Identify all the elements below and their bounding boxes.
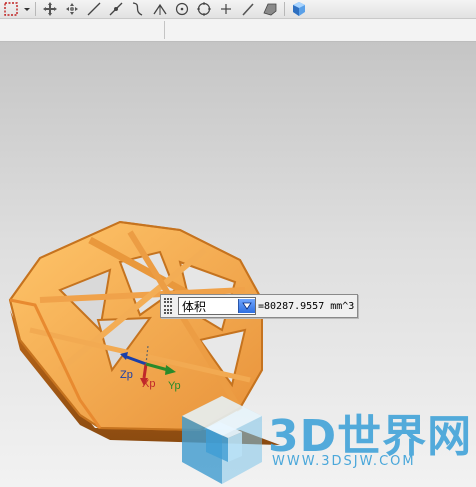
measure-result-panel[interactable]: 体积 =80287.9557 mm^3 — [160, 294, 358, 318]
toolbar-separator — [35, 2, 36, 16]
watermark-url: WWW.3DSJW.COM — [272, 454, 416, 469]
graphics-viewport[interactable]: Zp Xp Yp 体积 =80287.9557 mm^3 3D世界网 WWW.3… — [0, 42, 476, 487]
angle-icon[interactable] — [149, 0, 171, 18]
measure-type-dropdown[interactable]: 体积 — [178, 297, 256, 315]
triad-z-label: Zp — [120, 369, 133, 381]
curve-icon[interactable] — [127, 0, 149, 18]
triad-x-label: Xp — [142, 378, 156, 390]
cube-logo-icon — [182, 396, 262, 484]
cube-icon[interactable] — [288, 0, 310, 18]
point-icon[interactable] — [215, 0, 237, 18]
toolbar — [0, 0, 476, 19]
triad-y-label: Yp — [168, 380, 181, 392]
chevron-down-icon[interactable] — [238, 299, 255, 313]
measure-value: =80287.9557 mm^3 — [258, 300, 355, 312]
toolbar-separator — [284, 2, 285, 16]
line-point-icon[interactable] — [105, 0, 127, 18]
secondary-toolbar — [0, 19, 476, 42]
circle-center-icon[interactable] — [171, 0, 193, 18]
measure-type-value: 体积 — [182, 299, 207, 314]
selection-box-icon[interactable] — [0, 0, 22, 18]
rotate-copy-icon[interactable] — [61, 0, 83, 18]
slash-line-icon[interactable] — [237, 0, 259, 18]
toolbar-divider — [164, 21, 165, 39]
face-shape-icon[interactable] — [259, 0, 281, 18]
watermark-logo: 3D世界网 WWW.3DSJW.COM — [176, 392, 476, 487]
dropdown-arrow-icon[interactable] — [22, 0, 32, 18]
drag-handle[interactable] — [164, 297, 174, 315]
circle-icon[interactable] — [193, 0, 215, 18]
line-icon[interactable] — [83, 0, 105, 18]
move-icon[interactable] — [39, 0, 61, 18]
